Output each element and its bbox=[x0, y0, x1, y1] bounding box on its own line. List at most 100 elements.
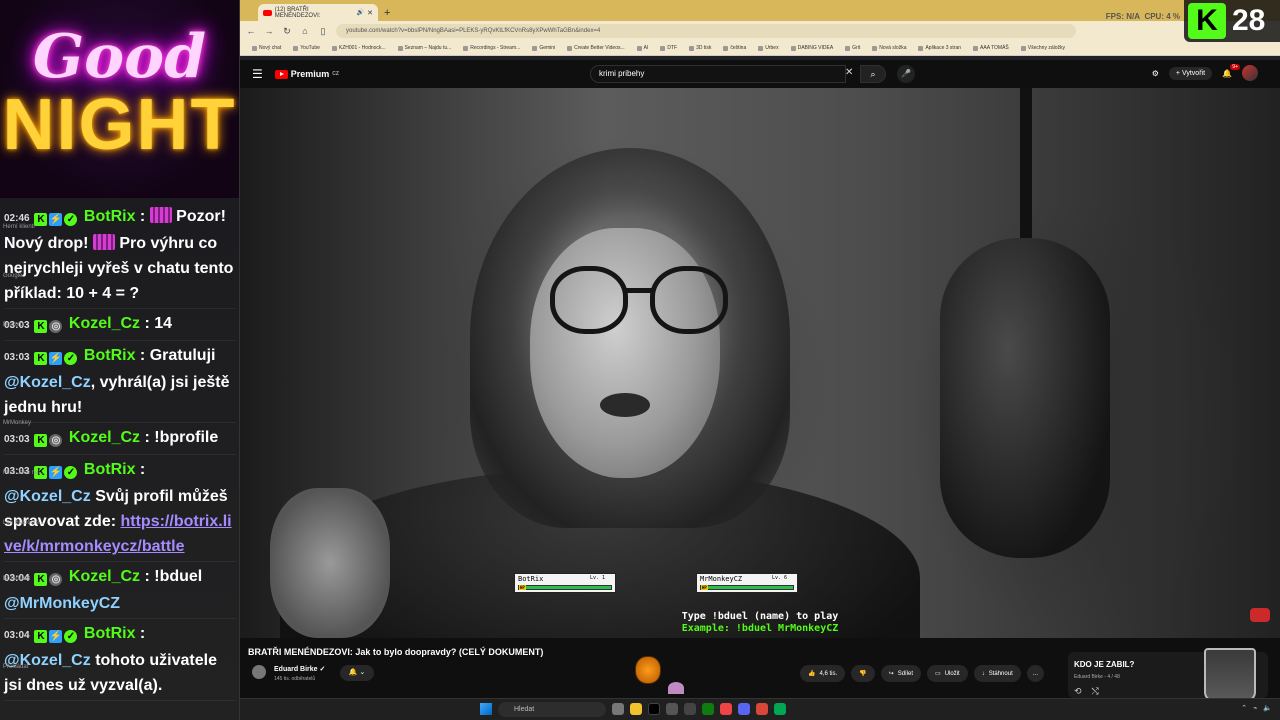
close-tab-icon[interactable]: ✕ bbox=[367, 9, 373, 17]
youtube-logo[interactable]: Premium CZ bbox=[274, 69, 339, 79]
app-icon[interactable] bbox=[684, 703, 696, 715]
chat-message: 03:04 K ◎ Kozel_Cz : !bduel @MrMonkeyCZ bbox=[4, 562, 236, 619]
chat-side-label: Herní klienti bbox=[3, 224, 35, 230]
bookmark-item[interactable]: Gemini bbox=[532, 45, 555, 51]
kick-badge-icon: K bbox=[34, 352, 48, 365]
video-title: BRATŘI MENÉNDEZOVI: Jak to bylo doopravd… bbox=[248, 647, 544, 657]
chat-mention[interactable]: @Kozel_Cz bbox=[4, 488, 91, 505]
bookmark-item[interactable]: čeština bbox=[723, 45, 746, 51]
xbox-icon[interactable] bbox=[702, 703, 714, 715]
tiktok-icon[interactable] bbox=[648, 703, 660, 715]
search-button[interactable]: ⌕ bbox=[860, 65, 886, 83]
hp-tag: HP bbox=[701, 585, 708, 590]
chat-username[interactable]: BotRix bbox=[84, 347, 136, 364]
chat-side-label: Broadcast bbox=[3, 576, 31, 582]
chat-username[interactable]: Kozel_Cz bbox=[69, 315, 140, 332]
youtube-favicon-icon bbox=[263, 9, 272, 16]
chat-username[interactable]: Kozel_Cz bbox=[69, 429, 140, 446]
bookmark-item[interactable]: Recordings - Stream... bbox=[463, 45, 520, 51]
chat-side-label: MrMonkey bbox=[3, 420, 32, 426]
channel-avatar[interactable] bbox=[252, 665, 266, 679]
subscription-bell-button[interactable]: 🔔 ⌄ bbox=[340, 665, 374, 681]
bookmark-item[interactable]: YouTube bbox=[293, 45, 320, 51]
download-button[interactable]: ↓ Stáhnout bbox=[973, 665, 1021, 682]
chat-panel: Herní klienti Google Discord MrMonkey Mi… bbox=[0, 198, 239, 720]
file-explorer-icon[interactable] bbox=[630, 703, 642, 715]
playlist-panel[interactable]: KDO JE ZABIL? Eduard Birke - 4 / 48 ⟲ ⤭ bbox=[1068, 648, 1268, 702]
bookmark-item[interactable]: DTF bbox=[660, 45, 677, 51]
task-view-icon[interactable] bbox=[612, 703, 624, 715]
chat-mention[interactable]: @Kozel_Cz bbox=[4, 374, 91, 391]
playlist-meta: Eduard Birke - 4 / 48 bbox=[1074, 674, 1120, 680]
hp-tag: HP bbox=[519, 585, 526, 590]
bookmark-item[interactable]: AAA TOMÁŠ bbox=[973, 45, 1009, 51]
reload-icon[interactable]: ↻ bbox=[282, 26, 292, 37]
media-icon[interactable] bbox=[774, 703, 786, 715]
new-tab-button[interactable]: + bbox=[384, 7, 390, 19]
address-bar-row: ← → ↻ ⌂ ▯ youtube.com/watch?v=bbsIPN/Nng… bbox=[240, 21, 1280, 41]
bookmark-item[interactable]: Všechny záložky bbox=[1021, 45, 1065, 51]
create-button[interactable]: + Vytvořit bbox=[1168, 66, 1213, 80]
chat-username[interactable]: Kozel_Cz bbox=[69, 568, 140, 585]
taskbar-search[interactable]: Hledat bbox=[498, 702, 606, 717]
cast-icon[interactable]: ⚙ bbox=[1152, 69, 1159, 78]
volume-icon[interactable]: 🔈 bbox=[1263, 704, 1272, 712]
like-button[interactable]: 👍 4,6 tis. bbox=[800, 665, 846, 682]
sidebar-icon[interactable]: ▯ bbox=[318, 26, 328, 37]
bookmark-item[interactable]: Grit bbox=[845, 45, 860, 51]
tray-chevron-icon[interactable]: ⌃ bbox=[1241, 704, 1247, 712]
shuffle-icon[interactable]: ⤭ bbox=[1092, 686, 1099, 697]
video-player[interactable]: BotRix Lv. 1 HP MrMonkeyCZ Lv. 6 HP Type… bbox=[240, 88, 1280, 638]
settings-icon[interactable] bbox=[666, 703, 678, 715]
ghost-icon bbox=[668, 682, 684, 694]
verified-badge-icon: ✓ bbox=[64, 630, 78, 643]
bookmark-item[interactable]: Create Better Videos... bbox=[567, 45, 625, 51]
windows-start-icon[interactable] bbox=[480, 703, 492, 715]
menu-icon[interactable]: ☰ bbox=[252, 67, 263, 81]
search-input[interactable]: krimi pribehy bbox=[590, 65, 846, 83]
more-actions-button[interactable]: … bbox=[1026, 665, 1044, 682]
user-badge-icon: ◎ bbox=[49, 320, 63, 333]
chrome-icon[interactable] bbox=[720, 703, 732, 715]
chat-mention[interactable]: @MrMonkeyCZ bbox=[4, 595, 120, 612]
bookmark-item[interactable]: Urbex bbox=[758, 45, 778, 51]
account-avatar[interactable] bbox=[1242, 65, 1258, 81]
save-button[interactable]: ▭ Uložit bbox=[927, 665, 968, 682]
bookmark-item[interactable]: DABING VIDEA bbox=[791, 45, 834, 51]
chat-username[interactable]: BotRix bbox=[84, 208, 136, 225]
thumbs-down-icon: 👎 bbox=[859, 671, 867, 677]
bookmark-item[interactable]: KZH001 - Hodnock... bbox=[332, 45, 386, 51]
discord-icon[interactable] bbox=[738, 703, 750, 715]
bookmark-item[interactable]: Nový chat bbox=[252, 45, 281, 51]
bookmark-item[interactable]: Seznam – Najdu tu... bbox=[398, 45, 452, 51]
network-icon[interactable]: ⌁ bbox=[1253, 704, 1257, 712]
kick-viewer-badge: K 28 bbox=[1184, 0, 1280, 42]
back-icon[interactable]: ← bbox=[246, 26, 256, 36]
loop-icon[interactable]: ⟲ bbox=[1074, 686, 1082, 697]
playlist-controls: ⟲ ⤭ bbox=[1074, 686, 1099, 697]
url-bar[interactable]: youtube.com/watch?v=bbsIPN/NngBAasi=PLEK… bbox=[336, 24, 1076, 38]
youtube-watermark-icon[interactable] bbox=[1250, 608, 1270, 622]
speaker-icon[interactable]: 🔊 bbox=[357, 9, 364, 16]
bookmark-item[interactable]: Nová složka bbox=[872, 45, 906, 51]
bookmark-item[interactable]: 3D tisk bbox=[689, 45, 711, 51]
bookmark-item[interactable]: Aplikace 3 stran bbox=[918, 45, 961, 51]
voice-search-icon[interactable]: 🎤 bbox=[897, 65, 915, 83]
browser-icon[interactable] bbox=[756, 703, 768, 715]
system-tray: ⌃ ⌁ 🔈 bbox=[1241, 704, 1272, 712]
home-icon[interactable]: ⌂ bbox=[300, 26, 310, 36]
forward-icon[interactable]: → bbox=[264, 26, 274, 36]
chat-username[interactable]: BotRix bbox=[84, 461, 136, 478]
channel-name[interactable]: Eduard Birke ✓ bbox=[274, 665, 325, 673]
chat-username[interactable]: BotRix bbox=[84, 625, 136, 642]
dislike-button[interactable]: 👎 bbox=[851, 665, 875, 682]
hp-bar: HP bbox=[518, 585, 612, 590]
notifications-icon[interactable]: 🔔 9+ bbox=[1222, 63, 1240, 78]
share-button[interactable]: ↪ Sdílet bbox=[880, 665, 922, 682]
clear-search-icon[interactable]: ✕ bbox=[845, 67, 853, 78]
chat-side-label: Lite Hardcore... bbox=[3, 520, 45, 526]
browser-tab[interactable]: (12) BRATŘI MENÉNDEZOVI: 🔊 ✕ bbox=[258, 4, 378, 21]
kick-logo-icon: K bbox=[1188, 3, 1226, 39]
bookmark-item[interactable]: AI bbox=[637, 45, 649, 51]
bookmarks-bar: Nový chat YouTube KZH001 - Hodnock... Se… bbox=[240, 41, 1280, 56]
